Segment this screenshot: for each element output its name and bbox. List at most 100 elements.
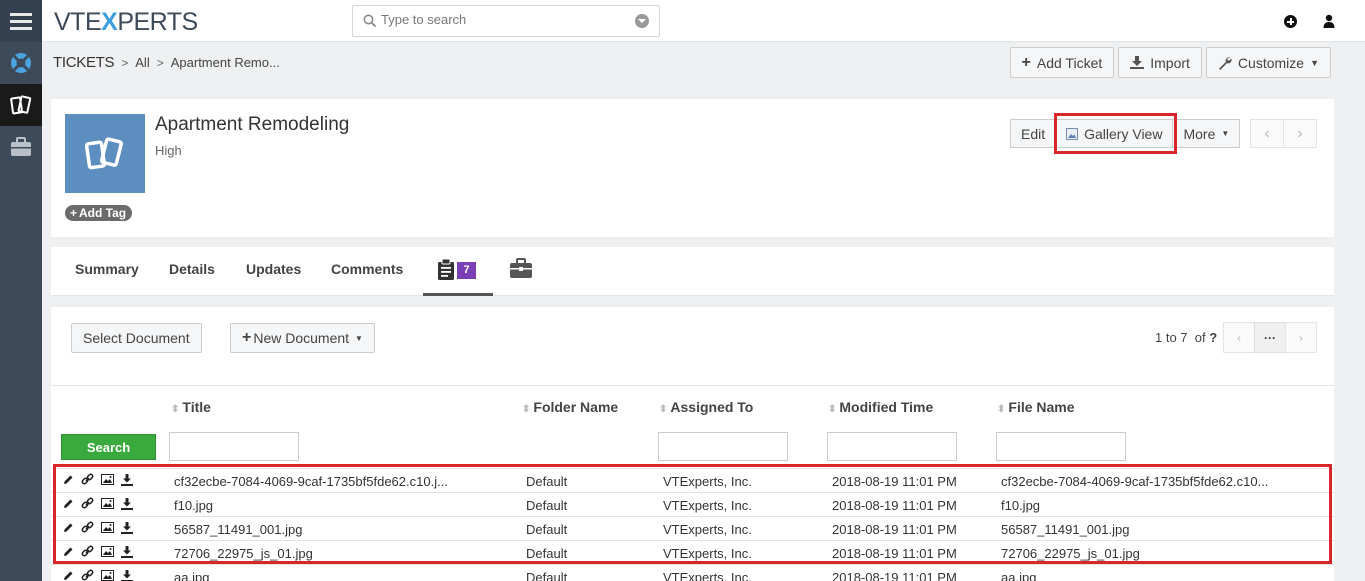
row-actions <box>63 497 133 510</box>
image-icon[interactable] <box>101 474 114 485</box>
image-icon[interactable] <box>101 570 114 581</box>
edit-icon[interactable] <box>63 546 74 557</box>
documents-icon <box>438 258 454 281</box>
tab-details[interactable]: Details <box>169 247 215 296</box>
chevron-left-icon: ‹ <box>1264 124 1270 142</box>
link-icon[interactable] <box>81 521 94 534</box>
previous-record-button[interactable]: ‹ <box>1250 119 1284 148</box>
title-filter-input[interactable] <box>169 432 299 461</box>
briefcase-icon <box>510 258 532 278</box>
link-icon[interactable] <box>81 545 94 558</box>
cell-assigned: VTExperts, Inc. <box>663 570 752 581</box>
more-button[interactable]: More ▼ <box>1172 119 1241 148</box>
column-assigned-to[interactable]: ⬍ Assigned To <box>659 399 753 415</box>
edit-icon[interactable] <box>63 522 74 533</box>
cell-modified: 2018-08-19 11:01 PM <box>832 474 957 489</box>
file-filter-input[interactable] <box>996 432 1126 461</box>
record-tabs: Summary Details Updates Comments 7 <box>51 247 1334 296</box>
table-row[interactable]: cf32ecbe-7084-4069-9caf-1735bf5fde62.c10… <box>51 468 1334 492</box>
cell-title[interactable]: f10.jpg <box>174 498 213 513</box>
sort-icon: ⬍ <box>171 404 180 415</box>
assigned-filter-input[interactable] <box>658 432 788 461</box>
user-icon[interactable] <box>1323 14 1335 28</box>
select-document-button[interactable]: Select Document <box>71 323 202 353</box>
tab-comments[interactable]: Comments <box>331 247 403 296</box>
next-page-button[interactable]: › <box>1285 322 1317 353</box>
image-icon[interactable] <box>101 522 114 533</box>
table-row[interactable]: aa.jpg Default VTExperts, Inc. 2018-08-1… <box>51 564 1334 581</box>
row-actions <box>63 473 133 486</box>
image-icon[interactable] <box>101 546 114 557</box>
row-actions <box>63 569 133 581</box>
tab-projects[interactable] <box>509 257 533 287</box>
edit-icon[interactable] <box>63 498 74 509</box>
sort-icon: ⬍ <box>997 404 1006 415</box>
previous-page-button[interactable]: ‹ <box>1223 322 1255 353</box>
column-title[interactable]: ⬍ Title <box>171 399 211 415</box>
sidebar-item-tickets[interactable] <box>0 84 42 126</box>
cell-title[interactable]: 56587_11491_001.jpg <box>174 522 302 537</box>
search-button[interactable]: Search <box>61 434 156 460</box>
cell-file: 72706_22975_js_01.jpg <box>1001 546 1140 561</box>
quick-create-icon[interactable] <box>1284 15 1297 28</box>
cell-title[interactable]: aa.jpg <box>174 570 209 581</box>
pagination: ‹ ··· › <box>1223 322 1317 353</box>
caret-down-icon: ▼ <box>1310 57 1319 68</box>
breadcrumb-module[interactable]: TICKETS <box>53 54 115 71</box>
column-file-name[interactable]: ⬍ File Name <box>997 399 1075 415</box>
filter-row: Search <box>51 427 1334 465</box>
document-count-badge: 7 <box>457 261 476 279</box>
column-modified-time[interactable]: ⬍ Modified Time <box>828 399 933 415</box>
column-folder-name[interactable]: ⬍ Folder Name <box>522 399 618 415</box>
link-icon[interactable] <box>81 473 94 486</box>
download-icon[interactable] <box>121 497 133 510</box>
link-icon[interactable] <box>81 569 94 581</box>
edit-button[interactable]: Edit <box>1010 119 1057 148</box>
cell-assigned: VTExperts, Inc. <box>663 522 752 537</box>
table-row[interactable]: f10.jpg Default VTExperts, Inc. 2018-08-… <box>51 492 1334 516</box>
menu-button[interactable] <box>0 0 42 42</box>
global-search[interactable] <box>352 5 660 37</box>
import-button[interactable]: Import <box>1118 47 1202 78</box>
hamburger-icon <box>10 9 32 34</box>
next-record-button[interactable]: › <box>1283 119 1317 148</box>
download-icon[interactable] <box>121 569 133 581</box>
cell-title[interactable]: cf32ecbe-7084-4069-9caf-1735bf5fde62.c10… <box>174 474 448 489</box>
chevron-right-icon: > <box>121 55 129 70</box>
ellipsis-icon: ··· <box>1264 330 1276 345</box>
link-icon[interactable] <box>81 497 94 510</box>
cell-title[interactable]: 72706_22975_js_01.jpg <box>174 546 313 561</box>
cell-folder: Default <box>526 546 568 561</box>
record-header: Apartment Remodeling High + Add Tag Edit … <box>51 99 1334 237</box>
modified-filter-input[interactable] <box>827 432 957 461</box>
cell-modified: 2018-08-19 11:01 PM <box>832 498 957 513</box>
add-ticket-button[interactable]: + Add Ticket <box>1009 47 1115 78</box>
search-input[interactable] <box>381 12 621 27</box>
tab-updates[interactable]: Updates <box>246 247 301 296</box>
edit-icon[interactable] <box>63 474 74 485</box>
add-tag-button[interactable]: + Add Tag <box>65 205 133 221</box>
tab-documents[interactable]: 7 <box>423 247 493 296</box>
sidebar-item-help[interactable] <box>0 42 42 84</box>
search-icon <box>363 14 377 28</box>
search-filter-dropdown-icon[interactable] <box>635 14 649 28</box>
new-document-button[interactable]: + New Document ▼ <box>230 323 375 353</box>
breadcrumb-list[interactable]: All <box>135 55 149 70</box>
record-image <box>65 114 145 193</box>
page-jump-button[interactable]: ··· <box>1254 322 1286 353</box>
download-icon[interactable] <box>121 545 133 558</box>
customize-button[interactable]: Customize ▼ <box>1205 47 1331 78</box>
logo[interactable]: VTEXPERTS <box>54 8 198 37</box>
image-icon[interactable] <box>101 498 114 509</box>
sidebar-item-projects[interactable] <box>0 126 42 168</box>
cell-assigned: VTExperts, Inc. <box>663 498 752 513</box>
download-icon[interactable] <box>121 473 133 486</box>
edit-icon[interactable] <box>63 570 74 581</box>
table-row[interactable]: 72706_22975_js_01.jpg Default VTExperts,… <box>51 540 1334 564</box>
lifebuoy-icon <box>11 53 31 73</box>
caret-down-icon: ▼ <box>1221 129 1230 138</box>
chevron-right-icon: > <box>156 55 164 70</box>
tab-summary[interactable]: Summary <box>75 247 139 296</box>
table-row[interactable]: 56587_11491_001.jpg Default VTExperts, I… <box>51 516 1334 540</box>
download-icon[interactable] <box>121 521 133 534</box>
